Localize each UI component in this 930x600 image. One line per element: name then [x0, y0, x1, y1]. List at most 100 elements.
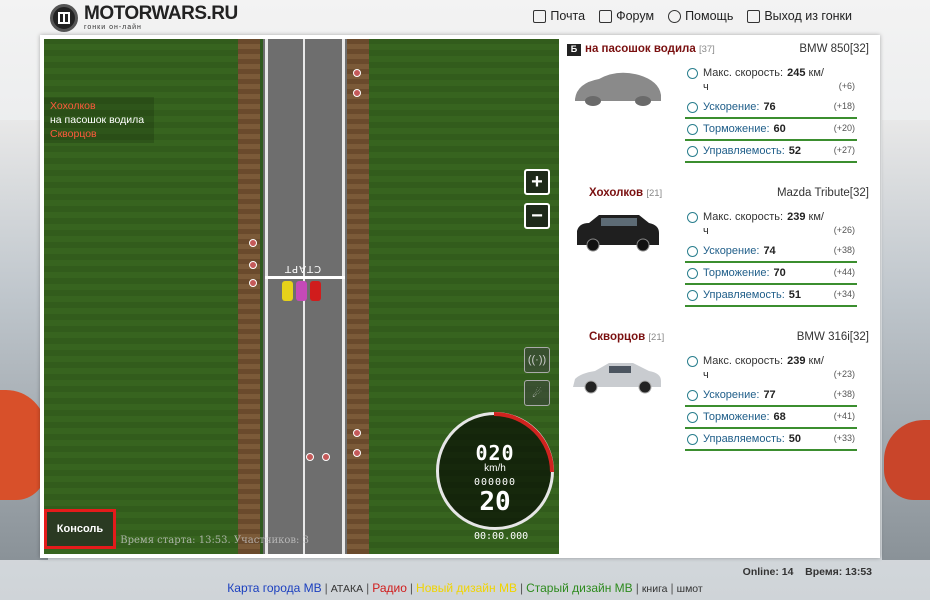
race-track-view[interactable]: СТАРТ Хохолков на пасошок водила Скворцо… — [44, 39, 559, 554]
car-stats: Макс. скорость: 239 км/ ч (+23) Ускорение… — [685, 351, 857, 451]
footer-link-city-map[interactable]: Карта города МВ — [227, 581, 321, 595]
footer-link-radio[interactable]: Радио — [372, 581, 407, 595]
forum-icon — [599, 9, 613, 23]
server-time: 13:53 — [845, 566, 872, 578]
online-label: Online: — [742, 566, 779, 578]
nav-help-link[interactable]: Помощь — [668, 9, 733, 23]
stat-acceleration: Ускорение: 74 (+38) — [685, 241, 857, 263]
car-image-covered — [569, 65, 665, 109]
speed-big-number: 20 — [479, 487, 511, 517]
steering-wheel-icon — [687, 146, 698, 157]
logo-subtitle: гонки он-лайн — [84, 24, 142, 31]
stat-max-speed: Макс. скорость: 245 км/ ч (+6) — [685, 63, 857, 97]
stat-handling: Управляемость: 51 (+34) — [685, 285, 857, 307]
start-line-label: СТАРТ — [284, 263, 322, 274]
competitor-name[interactable]: Бна пасошок водила [37] — [567, 43, 715, 56]
zoom-in-button[interactable]: + — [524, 169, 550, 195]
car-stats: Макс. скорость: 239 км/ ч (+26) Ускорение… — [685, 207, 857, 307]
competitor-car: Mazda Tribute[32] — [776, 187, 869, 199]
player-name: на пасошок водила — [50, 114, 145, 126]
brake-icon — [687, 124, 698, 135]
competitor-car: BMW 316i[32] — [796, 331, 869, 343]
cone — [353, 89, 361, 97]
competitor-name[interactable]: Хохолков [21] — [589, 187, 662, 199]
nav-forum-link[interactable]: Форум — [599, 9, 654, 23]
speed-icon — [687, 356, 698, 367]
competitor-card: Бна пасошок водила [37] BMW 850[32] Макс… — [567, 43, 869, 173]
cone — [353, 429, 361, 437]
player-name: Хохолков — [50, 100, 96, 112]
competitor-name[interactable]: Скворцов [21] — [589, 331, 664, 343]
zoom-out-button[interactable]: − — [524, 203, 550, 229]
stat-handling: Управляемость: 50 (+33) — [685, 429, 857, 451]
nav-mail-label: Почта — [550, 9, 586, 23]
brake-icon — [687, 412, 698, 423]
speed-unit: km/h — [484, 463, 506, 474]
stat-braking: Торможение: 60 (+20) — [685, 119, 857, 141]
stat-braking: Торможение: 70 (+44) — [685, 263, 857, 285]
acceleration-icon — [687, 102, 698, 113]
car-pink — [296, 281, 307, 301]
steering-wheel-icon — [687, 290, 698, 301]
race-status-text: сь! Время старта: 13:53. Участников: 3 — [102, 535, 309, 546]
signal-icon[interactable]: ((·)) — [524, 347, 550, 373]
acceleration-icon — [687, 390, 698, 401]
cone — [322, 453, 330, 461]
cone — [249, 261, 257, 269]
footer-link-book[interactable]: книга — [642, 583, 668, 595]
steering-wheel-icon — [687, 434, 698, 445]
cone — [353, 449, 361, 457]
acceleration-icon — [687, 246, 698, 257]
stat-max-speed: Макс. скорость: 239 км/ ч (+26) — [685, 207, 857, 241]
dirt-left — [238, 39, 260, 554]
footer-link-new-design[interactable]: Новый дизайн МВ — [416, 581, 517, 595]
nitro-icon[interactable]: ☄ — [524, 380, 550, 406]
cone — [353, 69, 361, 77]
exit-icon — [747, 9, 761, 23]
nav-exit-link[interactable]: Выход из гонки — [747, 9, 852, 23]
stat-max-speed: Макс. скорость: 239 км/ ч (+23) — [685, 351, 857, 385]
competitor-card: Скворцов [21] BMW 316i[32] Макс. скорост… — [567, 331, 869, 461]
race-timer: 00:00.000 — [474, 531, 529, 542]
nav-forum-label: Форум — [616, 9, 655, 23]
brake-icon — [687, 268, 698, 279]
car-stats: Макс. скорость: 245 км/ ч (+6) Ускорение:… — [685, 63, 857, 163]
footer-link-attack[interactable]: АТАКА — [331, 583, 363, 595]
header: MOTORWARS.RU гонки он-лайн Почта Форум П… — [0, 0, 930, 36]
car-yellow — [282, 281, 293, 301]
clan-icon: Б — [567, 44, 581, 56]
top-nav: Почта Форум Помощь Выход из гонки — [533, 9, 852, 23]
nav-exit-label: Выход из гонки — [764, 9, 852, 23]
cone — [306, 453, 314, 461]
player-list: Хохолков на пасошок водила Скворцов — [44, 97, 154, 143]
online-status: Online: 14 Время: 13:53 — [743, 566, 872, 578]
car-red — [310, 281, 321, 301]
console-button[interactable]: Консоль — [44, 509, 116, 549]
stat-acceleration: Ускорение: 77 (+38) — [685, 385, 857, 407]
footer-link-gear[interactable]: шмот — [677, 583, 703, 595]
start-line — [265, 276, 345, 279]
speed-icon — [687, 212, 698, 223]
player-name: Скворцов — [50, 128, 97, 140]
mail-icon — [533, 9, 547, 23]
competitor-level: [21] — [646, 188, 663, 199]
nav-help-label: Помощь — [685, 9, 734, 23]
stat-handling: Управляемость: 52 (+27) — [685, 141, 857, 163]
main-panel: СТАРТ Хохолков на пасошок водила Скворцо… — [40, 35, 880, 558]
speed-icon — [687, 68, 698, 79]
logo[interactable]: MOTORWARS.RU гонки он-лайн — [50, 4, 238, 32]
stat-braking: Торможение: 68 (+41) — [685, 407, 857, 429]
help-icon — [668, 9, 682, 23]
competitor-card: Хохолков [21] Mazda Tribute[32] Макс. ск… — [567, 187, 869, 317]
car-image-sedan — [569, 353, 665, 397]
online-count: 14 — [781, 566, 794, 578]
stat-acceleration: Ускорение: 76 (+18) — [685, 97, 857, 119]
competitor-level: [21] — [648, 332, 665, 343]
logo-title: MOTORWARS.RU — [84, 3, 238, 24]
nav-mail-link[interactable]: Почта — [533, 9, 585, 23]
speed-readout: 020 — [475, 441, 515, 465]
footer-link-old-design[interactable]: Старый дизайн МВ — [526, 581, 633, 595]
logo-wheel-icon — [50, 4, 78, 32]
competitor-car: BMW 850[32] — [799, 43, 869, 55]
car-image-suv — [569, 209, 665, 253]
